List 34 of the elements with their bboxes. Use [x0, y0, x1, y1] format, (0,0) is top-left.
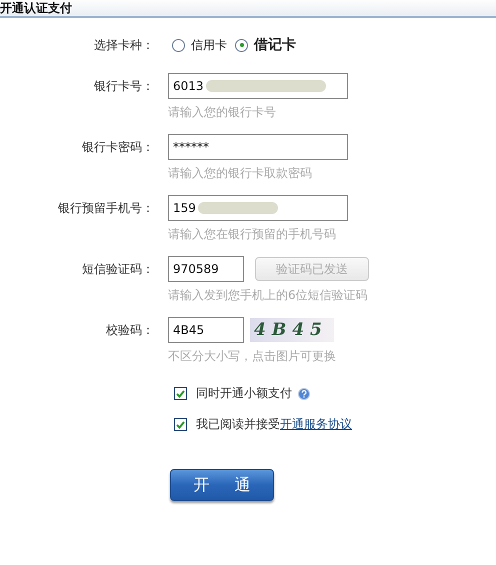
submit-button[interactable]: 开 通	[170, 469, 274, 501]
input-field[interactable]: 159	[168, 195, 348, 221]
field-label: 校验码：	[106, 322, 154, 338]
help-icon[interactable]	[298, 388, 310, 400]
radio-button[interactable]	[172, 38, 185, 52]
page-title: 开通认证支付	[0, 0, 72, 16]
input-field[interactable]: ******	[168, 134, 348, 160]
field-label: 银行卡号：	[94, 78, 154, 94]
field-label: 银行预留手机号：	[58, 200, 154, 216]
input-field[interactable]: 970589	[168, 256, 244, 282]
agreement-link[interactable]: 开通服务协议	[280, 417, 352, 431]
radio-label[interactable]: 借记卡	[254, 36, 296, 54]
field-value: 4B45	[173, 323, 204, 337]
field-value: ******	[173, 140, 209, 154]
input-field[interactable]: 4B45	[168, 317, 244, 343]
radio-label[interactable]: 信用卡	[191, 36, 227, 54]
field-label: 短信验证码：	[82, 260, 154, 278]
input-field[interactable]: 6013	[168, 73, 348, 99]
field-label: 银行卡密码：	[82, 138, 154, 156]
field-value: 6013	[173, 79, 204, 93]
captcha-image[interactable]: 4B45	[250, 318, 334, 342]
field-hint: 不区分大小写，点击图片可更换	[168, 348, 337, 365]
field-hint: 请输入您在银行预留的手机号码	[168, 226, 337, 243]
field-hint: 请输入发到您手机上的6位短信验证码	[168, 287, 369, 304]
field-value: 970589	[173, 262, 219, 276]
checkbox[interactable]	[174, 418, 187, 431]
field-value: 159	[173, 201, 196, 215]
checkbox-label: 我已阅读并接受开通服务协议	[196, 416, 352, 433]
field-hint: 请输入您的银行卡取款密码	[168, 165, 313, 182]
field-hint: 请输入您的银行卡号	[168, 104, 277, 121]
checkbox-label: 同时开通小额支付	[196, 385, 292, 402]
checkbox[interactable]	[174, 387, 187, 400]
field-label: 选择卡种：	[94, 36, 154, 54]
radio-button[interactable]	[235, 38, 248, 52]
